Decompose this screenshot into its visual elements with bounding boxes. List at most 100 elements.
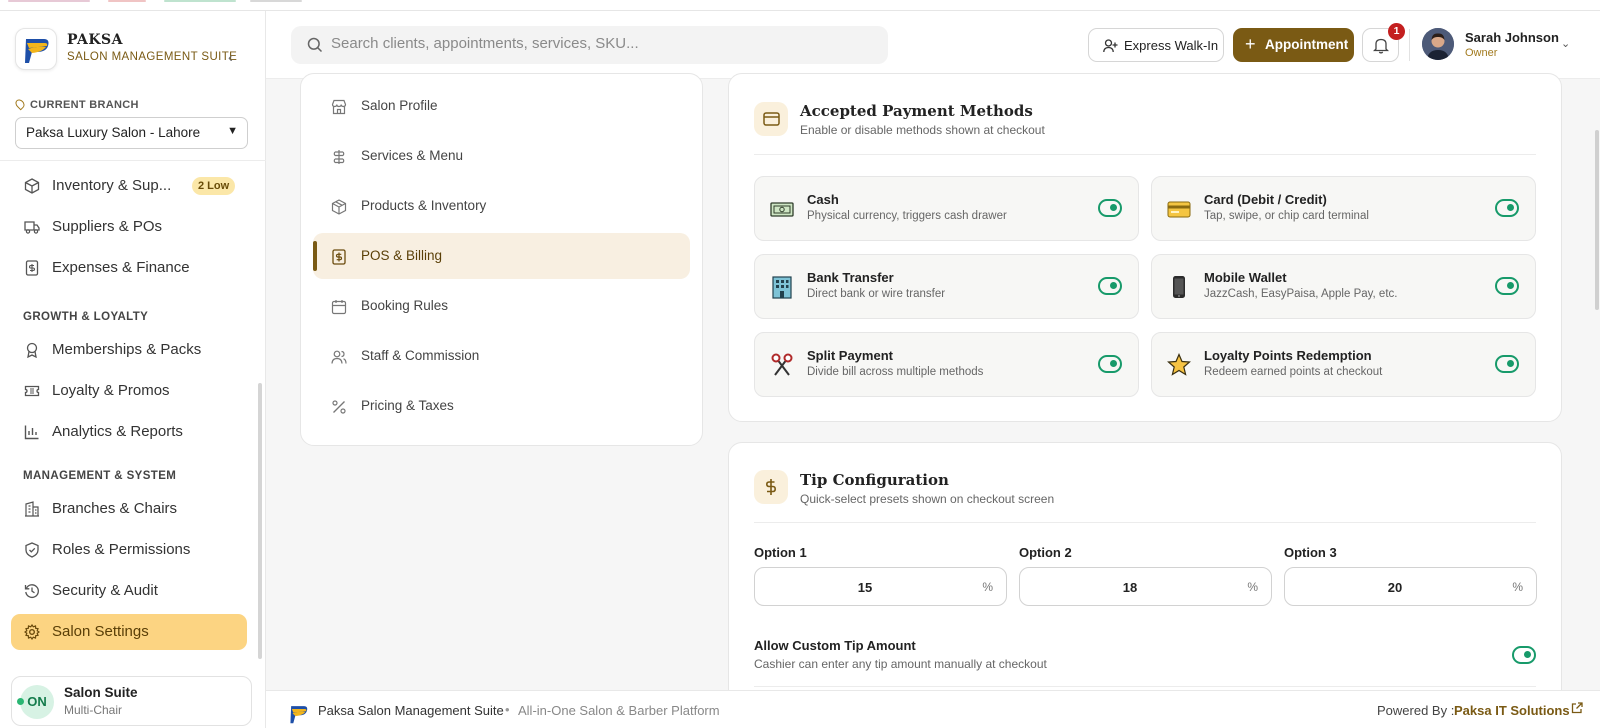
express-walk-in-button[interactable]: Express Walk-In (1088, 28, 1224, 62)
brand-logo-icon (15, 28, 57, 70)
settings-tab-services[interactable]: Services & Menu (313, 133, 690, 179)
sidebar-item-label: Analytics & Reports (52, 423, 183, 440)
bar-chart-icon (24, 425, 39, 440)
map-pin-icon (13, 97, 27, 111)
bell-icon (1373, 38, 1389, 54)
receipt-icon (25, 260, 39, 276)
sidebar-item-loyalty[interactable]: Loyalty & Promos (11, 373, 247, 409)
payment-method-split: Split Payment Divide bill across multipl… (754, 332, 1139, 397)
brand-subtitle: SALON MANAGEMENT SUITE (67, 51, 238, 63)
settings-tab-label: Pricing & Taxes (361, 398, 454, 413)
user-name[interactable]: Sarah Johnson (1465, 30, 1559, 45)
avatar[interactable] (1422, 28, 1454, 60)
split-scissors-icon (771, 353, 793, 376)
sidebar-item-label: Branches & Chairs (52, 500, 178, 517)
sidebar-item-suppliers[interactable]: Suppliers & POs (11, 209, 247, 245)
settings-tab-salon-profile[interactable]: Salon Profile (313, 83, 690, 129)
percent-icon (332, 400, 346, 414)
settings-nav-panel: Salon Profile Services & Menu Products &… (300, 73, 703, 446)
award-icon (26, 342, 38, 358)
tip-option-3-input[interactable]: 20 % (1284, 567, 1537, 606)
settings-tab-label: Services & Menu (361, 148, 464, 163)
sidebar-item-inventory[interactable]: Inventory & Sup... 2 Low (11, 168, 247, 204)
settings-tab-label: Booking Rules (361, 298, 449, 313)
sidebar-nav: Inventory & Sup... 2 Low Suppliers & POs… (0, 161, 262, 661)
tip-option-2-input[interactable]: 18 % (1019, 567, 1272, 606)
split-payment-toggle[interactable] (1098, 355, 1122, 373)
card-divider (754, 154, 1536, 155)
dollar-icon (754, 470, 788, 504)
branch-select-value: Paksa Luxury Salon - Lahore (26, 125, 201, 140)
history-icon (24, 584, 39, 598)
sidebar-item-label: Security & Audit (52, 582, 158, 599)
settings-tab-staff[interactable]: Staff & Commission (313, 333, 690, 379)
sidebar-item-branches[interactable]: Branches & Chairs (11, 491, 247, 527)
shield-icon (25, 542, 39, 558)
sidebar-item-label: Expenses & Finance (52, 259, 190, 276)
footer-logo-icon (290, 706, 308, 724)
sidebar-item-label: Loyalty & Promos (52, 382, 170, 399)
suite-status-card[interactable]: ON Salon Suite Multi-Chair (11, 676, 252, 726)
tip-option-3-value: 20 (1387, 580, 1403, 595)
express-walk-in-label: Express Walk-In (1124, 38, 1219, 53)
building-icon (25, 501, 39, 517)
section-growth-loyalty: GROWTH & LOYALTY (23, 311, 149, 323)
user-plus-icon (1103, 39, 1118, 53)
collapse-sidebar-icon[interactable]: ‹ (228, 49, 233, 65)
sidebar-item-label: Salon Settings (52, 623, 149, 640)
search-input[interactable] (331, 35, 871, 52)
loyalty-redemption-toggle[interactable] (1495, 355, 1519, 373)
brand-name: PAKSA (67, 32, 124, 48)
ticket-icon (24, 385, 40, 397)
search-bar[interactable] (291, 26, 888, 64)
gear-icon (24, 624, 40, 640)
bank-transfer-toggle[interactable] (1098, 277, 1122, 295)
sidebar-item-analytics[interactable]: Analytics & Reports (11, 414, 247, 450)
card-divider (754, 686, 1536, 687)
appointment-label: Appointment (1265, 37, 1349, 52)
payment-method-name: Mobile Wallet (1204, 270, 1287, 285)
user-menu-chevron-icon[interactable]: ⌄ (1561, 37, 1570, 50)
store-icon (331, 99, 347, 115)
tip-configuration-card: Tip Configuration Quick-select presets s… (728, 442, 1562, 728)
footer-company-link[interactable]: Paksa IT Solutions (1454, 703, 1570, 718)
cash-toggle[interactable] (1098, 199, 1122, 217)
external-link-icon[interactable] (1571, 702, 1583, 714)
users-icon (331, 350, 347, 364)
settings-tab-pos-billing[interactable]: POS & Billing (313, 233, 690, 279)
payment-methods-subtitle: Enable or disable methods shown at check… (800, 123, 1045, 137)
tip-option-1-input[interactable]: 15 % (754, 567, 1007, 606)
status-on-badge: ON (20, 685, 54, 719)
new-appointment-button[interactable]: + Appointment (1233, 28, 1354, 62)
settings-tab-label: Salon Profile (361, 98, 438, 113)
mobile-wallet-toggle[interactable] (1495, 277, 1519, 295)
sidebar-item-salon-settings[interactable]: Salon Settings (11, 614, 247, 650)
credit-card-icon (754, 102, 788, 136)
sidebar-item-memberships[interactable]: Memberships & Packs (11, 332, 247, 368)
settings-tab-booking-rules[interactable]: Booking Rules (313, 283, 690, 329)
percent-unit: % (1512, 580, 1523, 594)
sidebar-scrollbar[interactable] (258, 383, 262, 659)
sidebar-item-roles[interactable]: Roles & Permissions (11, 532, 247, 568)
chevron-down-icon: ▼ (227, 125, 238, 137)
settings-tab-pricing-taxes[interactable]: Pricing & Taxes (313, 383, 690, 429)
low-stock-badge: 2 Low (192, 177, 236, 195)
sidebar-item-label: Memberships & Packs (52, 341, 202, 358)
search-icon (307, 37, 323, 53)
tip-option-1-value: 15 (857, 580, 873, 595)
sidebar-item-security[interactable]: Security & Audit (11, 573, 247, 609)
package-icon (331, 199, 347, 215)
payment-method-desc: Redeem earned points at checkout (1204, 366, 1383, 378)
footer-product-name: Paksa Salon Management Suite (318, 703, 504, 718)
payment-method-desc: JazzCash, EasyPaisa, Apple Pay, etc. (1204, 288, 1398, 300)
settings-tab-products[interactable]: Products & Inventory (313, 183, 690, 229)
card-toggle[interactable] (1495, 199, 1519, 217)
payment-method-mobile-wallet: Mobile Wallet JazzCash, EasyPaisa, Apple… (1151, 254, 1536, 319)
notification-count-badge: 1 (1388, 23, 1405, 40)
tip-config-subtitle: Quick-select presets shown on checkout s… (800, 492, 1055, 506)
custom-tip-toggle[interactable] (1512, 646, 1536, 664)
page-scrollbar[interactable] (1595, 130, 1599, 310)
payment-method-loyalty: Loyalty Points Redemption Redeem earned … (1151, 332, 1536, 397)
branch-select[interactable]: Paksa Luxury Salon - Lahore ▼ (15, 117, 248, 149)
sidebar-item-expenses[interactable]: Expenses & Finance (11, 250, 247, 286)
